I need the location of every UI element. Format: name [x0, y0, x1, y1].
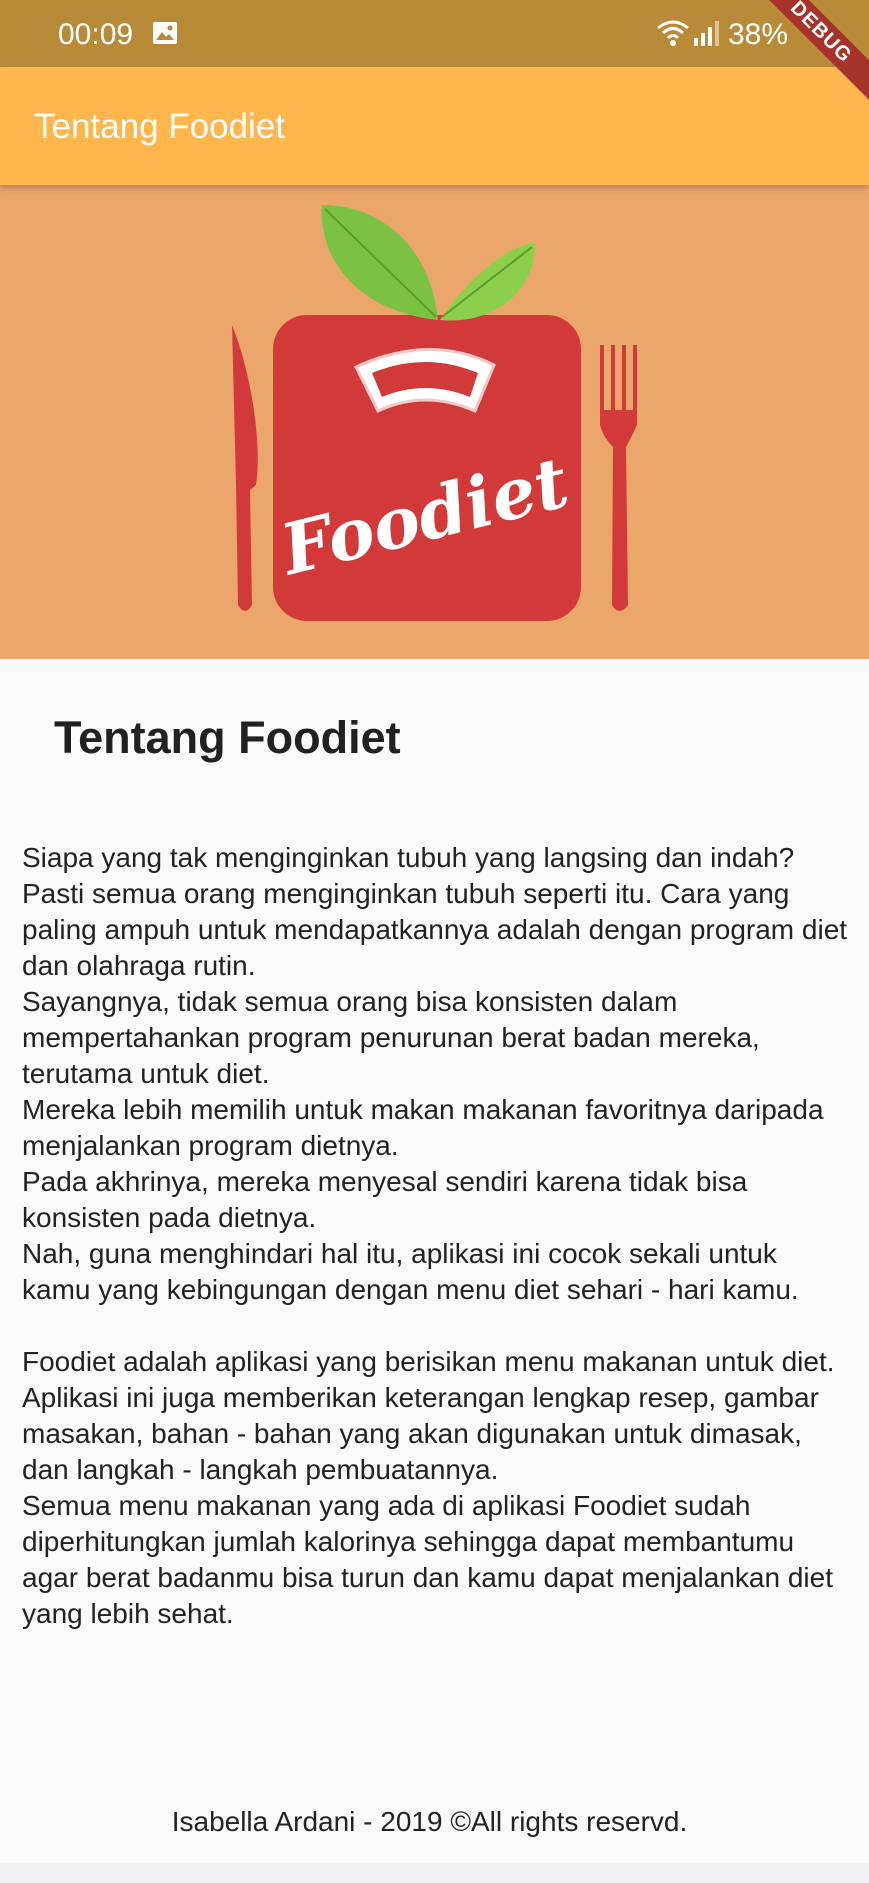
signal-icon [694, 21, 719, 46]
page-heading: Tentang Foodiet [54, 712, 401, 763]
footer: Isabella Ardani - 2019 ©All rights reser… [0, 1806, 869, 1838]
status-time: 00:09 [58, 18, 134, 51]
footer-copyright: Isabella Ardani - 2019 ©All rights reser… [171, 1806, 688, 1837]
hero-banner: Foodiet [0, 185, 869, 659]
status-bar: 00:09 38% [0, 0, 869, 67]
app-bar: Tentang Foodiet [0, 67, 869, 185]
image-icon [153, 22, 177, 44]
foodiet-logo: Foodiet [232, 205, 637, 621]
app-bar-title: Tentang Foodiet [34, 107, 286, 146]
about-paragraph: Siapa yang tak menginginkan tubuh yang l… [22, 842, 848, 1629]
bottom-edge [0, 1863, 869, 1883]
battery-percentage: 38% [728, 18, 789, 51]
wifi-icon [657, 20, 689, 46]
